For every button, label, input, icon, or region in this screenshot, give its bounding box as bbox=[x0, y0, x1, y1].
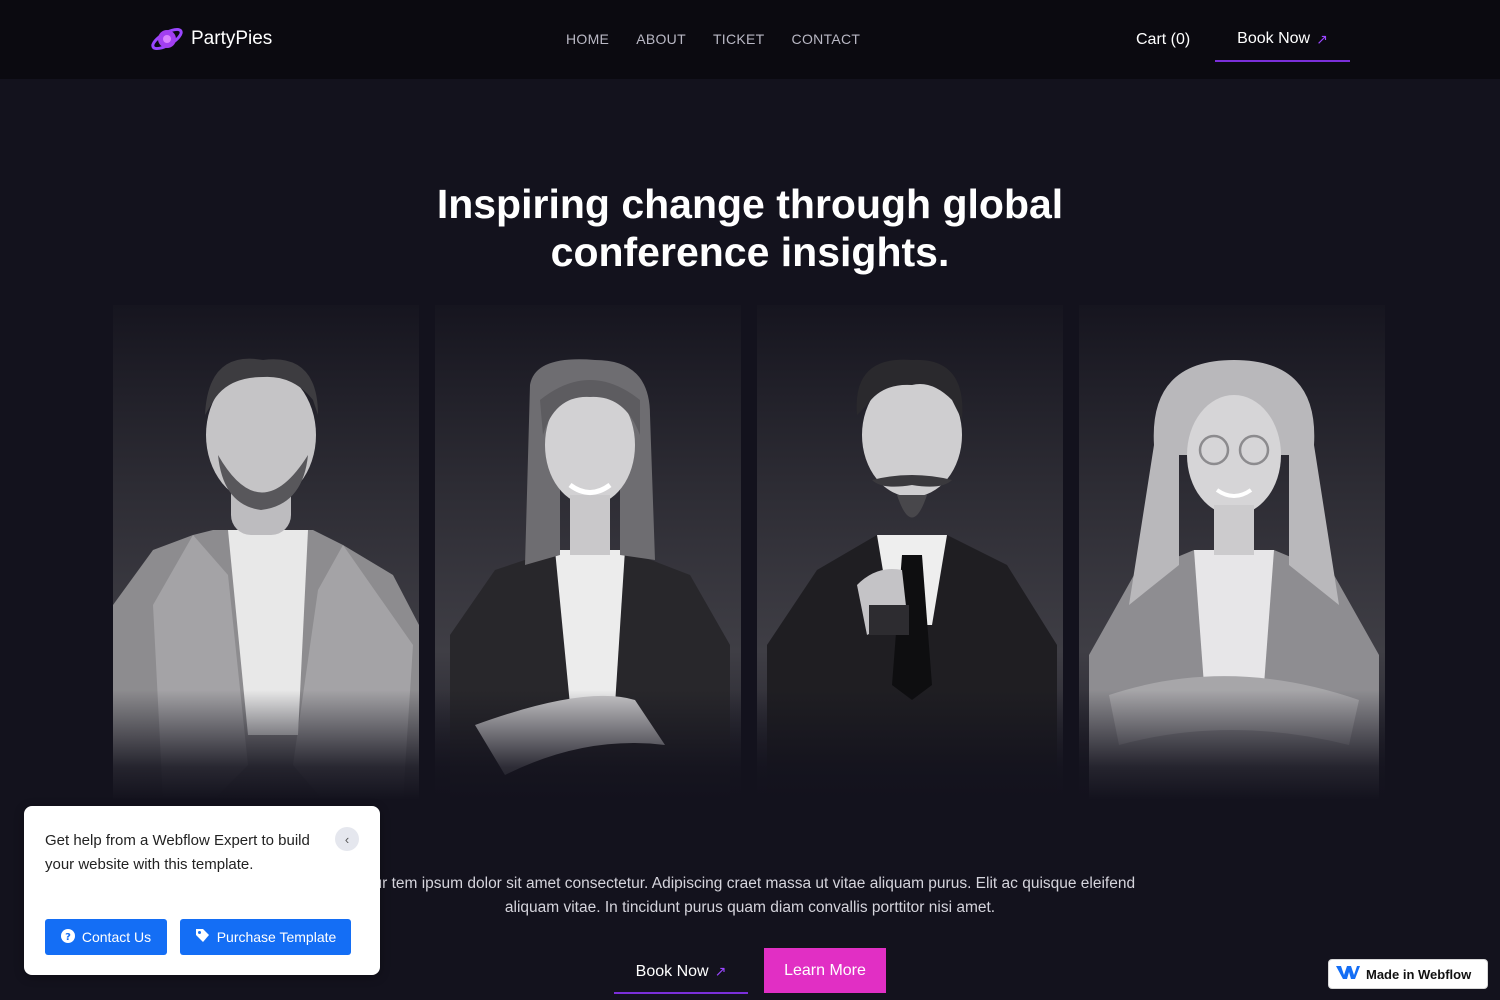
learn-more-button[interactable]: Learn More bbox=[764, 948, 886, 993]
logo-icon bbox=[149, 21, 185, 57]
webflow-help-popup: Get help from a Webflow Expert to build … bbox=[24, 806, 380, 975]
speaker-card bbox=[435, 305, 741, 800]
nav-book-now-button[interactable]: Book Now ↗ bbox=[1215, 18, 1350, 62]
collapse-chevron-icon[interactable]: ‹ bbox=[335, 827, 359, 851]
webflow-logo-icon bbox=[1336, 965, 1360, 983]
hero-description-line1: our tem ipsum dolor sit amet consectetur… bbox=[364, 875, 1136, 892]
hero-description: our tem ipsum dolor sit amet consectetur… bbox=[330, 872, 1170, 920]
cart-link[interactable]: Cart (0) bbox=[1136, 31, 1190, 49]
hero-title-line2: conference insights. bbox=[550, 229, 950, 275]
hero-book-now-label: Book Now bbox=[635, 962, 709, 980]
contact-us-label: Contact Us bbox=[81, 929, 152, 945]
made-in-webflow-label: Made in Webflow bbox=[1366, 966, 1472, 982]
main-menu: HOME ABOUT TICKET CONTACT bbox=[566, 31, 860, 47]
brand-name: PartyPies bbox=[191, 28, 273, 49]
tag-icon bbox=[195, 928, 210, 946]
question-circle-icon: ? bbox=[60, 928, 75, 946]
nav-ticket[interactable]: TICKET bbox=[713, 31, 765, 47]
nav-about[interactable]: ABOUT bbox=[636, 31, 686, 47]
speaker-card bbox=[1079, 305, 1385, 800]
speaker-gallery bbox=[113, 305, 1386, 805]
made-in-webflow-badge[interactable]: Made in Webflow bbox=[1328, 959, 1488, 989]
help-popup-text: Get help from a Webflow Expert to build … bbox=[45, 832, 310, 873]
card-fade bbox=[1079, 690, 1385, 800]
hero-title-line1: Inspiring change through global bbox=[436, 181, 1064, 227]
card-fade bbox=[757, 690, 1063, 800]
nav-contact[interactable]: CONTACT bbox=[792, 31, 861, 47]
purchase-template-button[interactable]: Purchase Template bbox=[180, 919, 351, 955]
card-fade bbox=[435, 690, 741, 800]
brand-logo[interactable]: PartyPies bbox=[149, 21, 272, 57]
hero-title: Inspiring change through global conferen… bbox=[400, 180, 1100, 276]
hero-book-now-button[interactable]: Book Now ↗ bbox=[614, 951, 748, 994]
arrow-up-right-icon: ↗ bbox=[1316, 30, 1328, 47]
arrow-up-right-icon: ↗ bbox=[714, 963, 727, 979]
hero-description-line2: aliquam vitae. In tincidunt purus quam d… bbox=[504, 899, 996, 916]
contact-us-button[interactable]: ? Contact Us bbox=[45, 919, 167, 955]
card-fade bbox=[113, 690, 419, 800]
nav-book-now-label: Book Now bbox=[1237, 30, 1311, 47]
speaker-card bbox=[757, 305, 1063, 800]
svg-text:?: ? bbox=[65, 932, 71, 943]
top-navbar: PartyPies HOME ABOUT TICKET CONTACT Cart… bbox=[0, 0, 1500, 79]
purchase-template-label: Purchase Template bbox=[216, 929, 337, 945]
speaker-card bbox=[113, 305, 419, 800]
nav-home[interactable]: HOME bbox=[566, 31, 609, 47]
